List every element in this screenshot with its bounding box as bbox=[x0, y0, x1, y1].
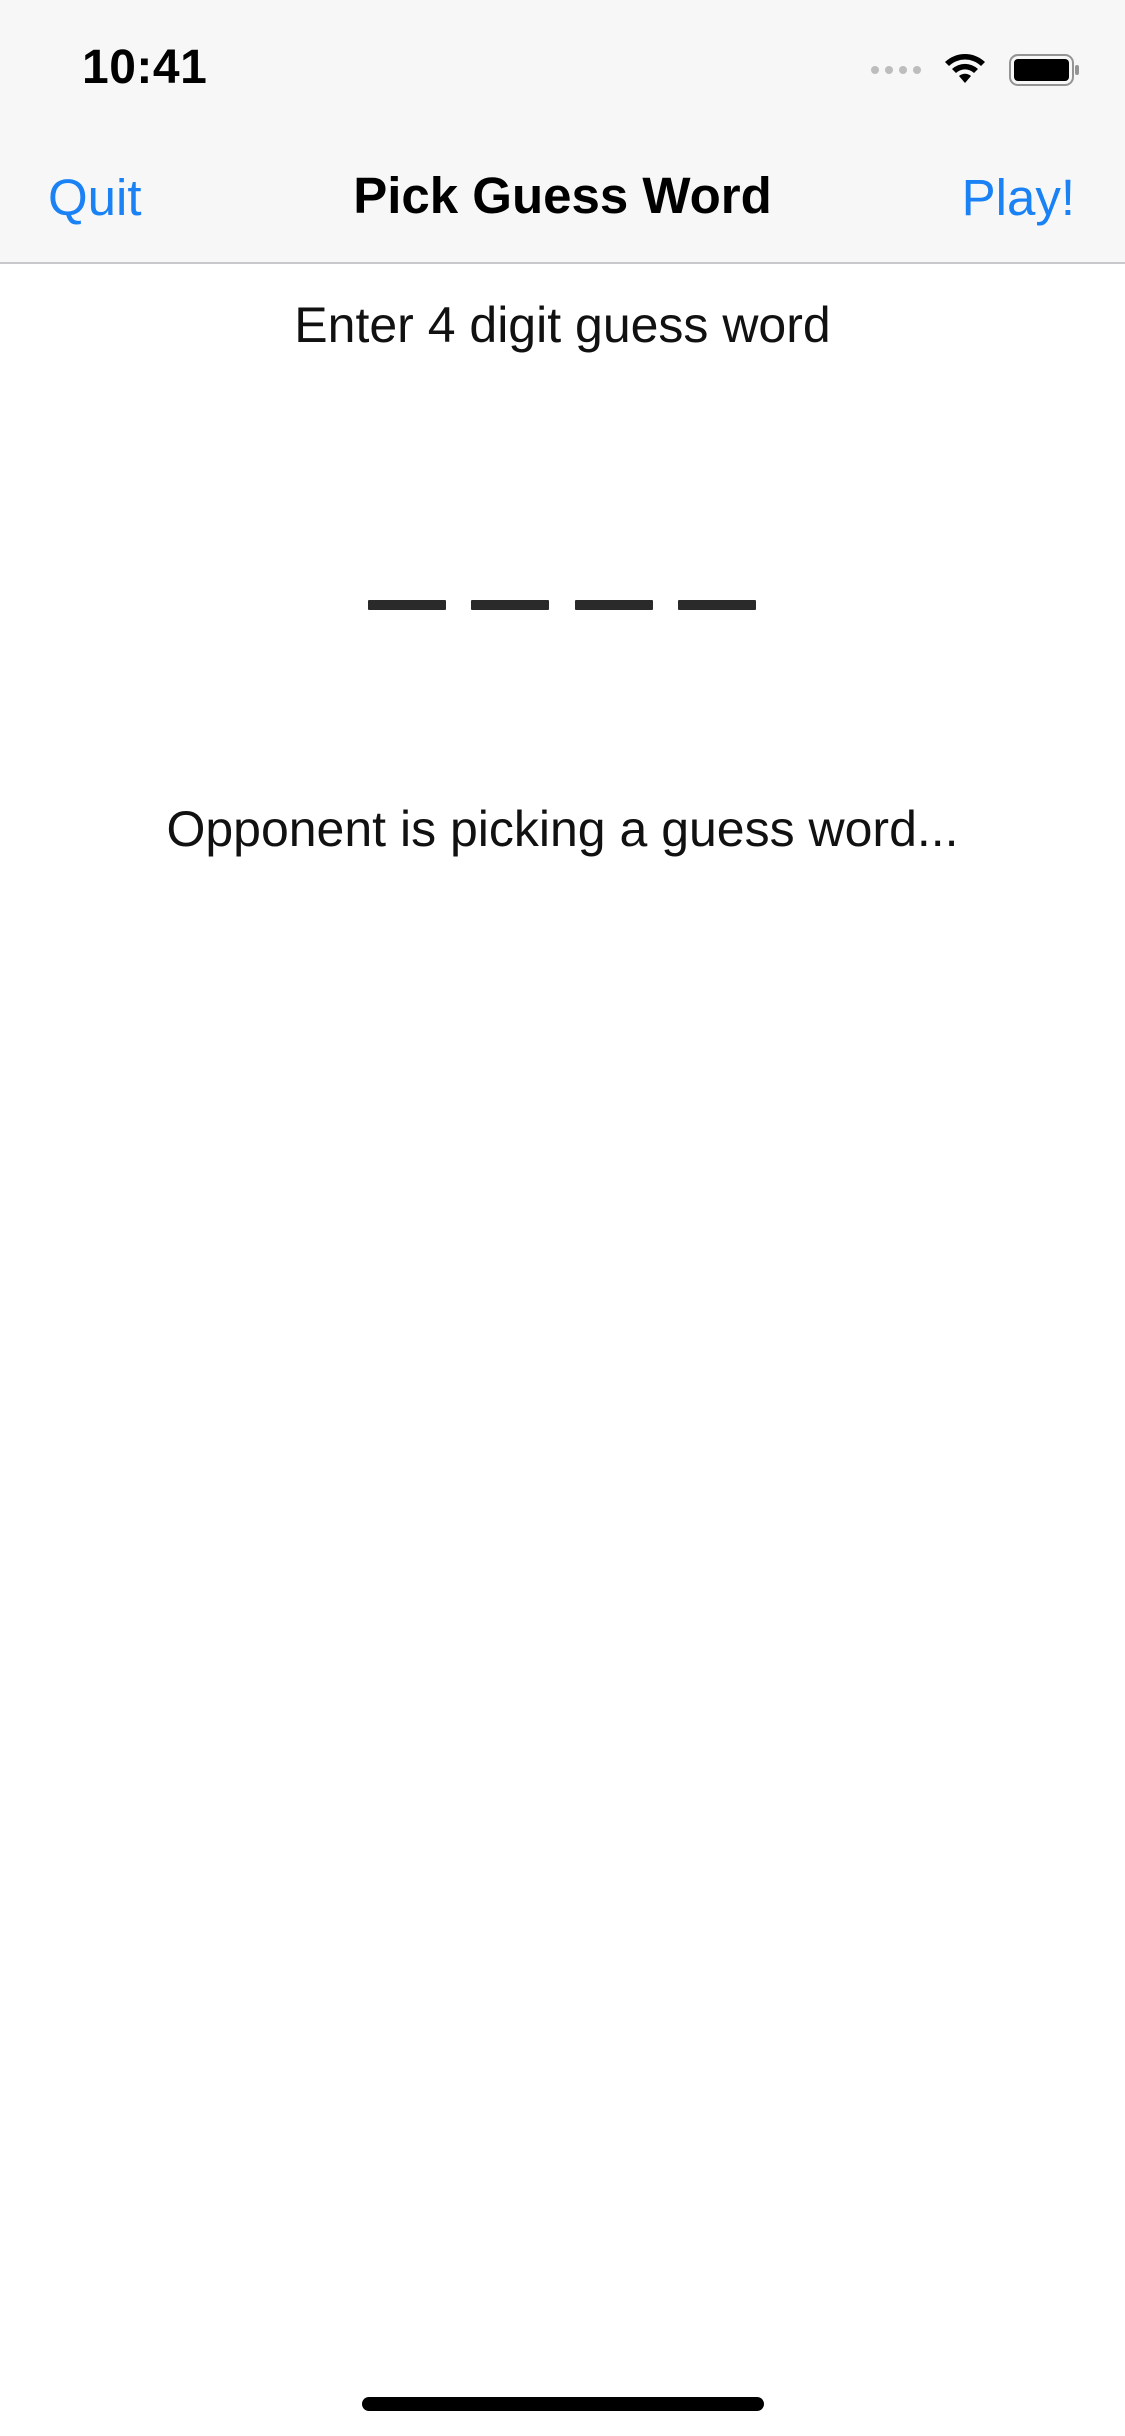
digit-slot-2 bbox=[471, 600, 550, 610]
home-indicator[interactable] bbox=[362, 2397, 764, 2411]
screen: 10:41 Quit Pick Guess Word Play! Enter 4… bbox=[0, 0, 1125, 2436]
signal-icon bbox=[871, 66, 921, 74]
status-icons bbox=[871, 50, 1081, 90]
digit-slot-1 bbox=[368, 600, 446, 610]
page-title: Pick Guess Word bbox=[353, 167, 772, 224]
status-time: 10:41 bbox=[82, 41, 208, 94]
opponent-status-message: Opponent is picking a guess word... bbox=[166, 801, 959, 857]
digit-slot-4 bbox=[677, 600, 756, 610]
top-chrome: 10:41 Quit Pick Guess Word Play! bbox=[0, 0, 1125, 264]
quit-button[interactable]: Quit bbox=[48, 168, 142, 227]
play-button[interactable]: Play! bbox=[962, 168, 1075, 227]
guess-word-prompt: Enter 4 digit guess word bbox=[294, 297, 831, 353]
battery-icon bbox=[1009, 53, 1081, 87]
digit-slot-3 bbox=[574, 600, 653, 610]
wifi-icon bbox=[943, 53, 987, 87]
guess-word-input[interactable] bbox=[368, 600, 756, 614]
